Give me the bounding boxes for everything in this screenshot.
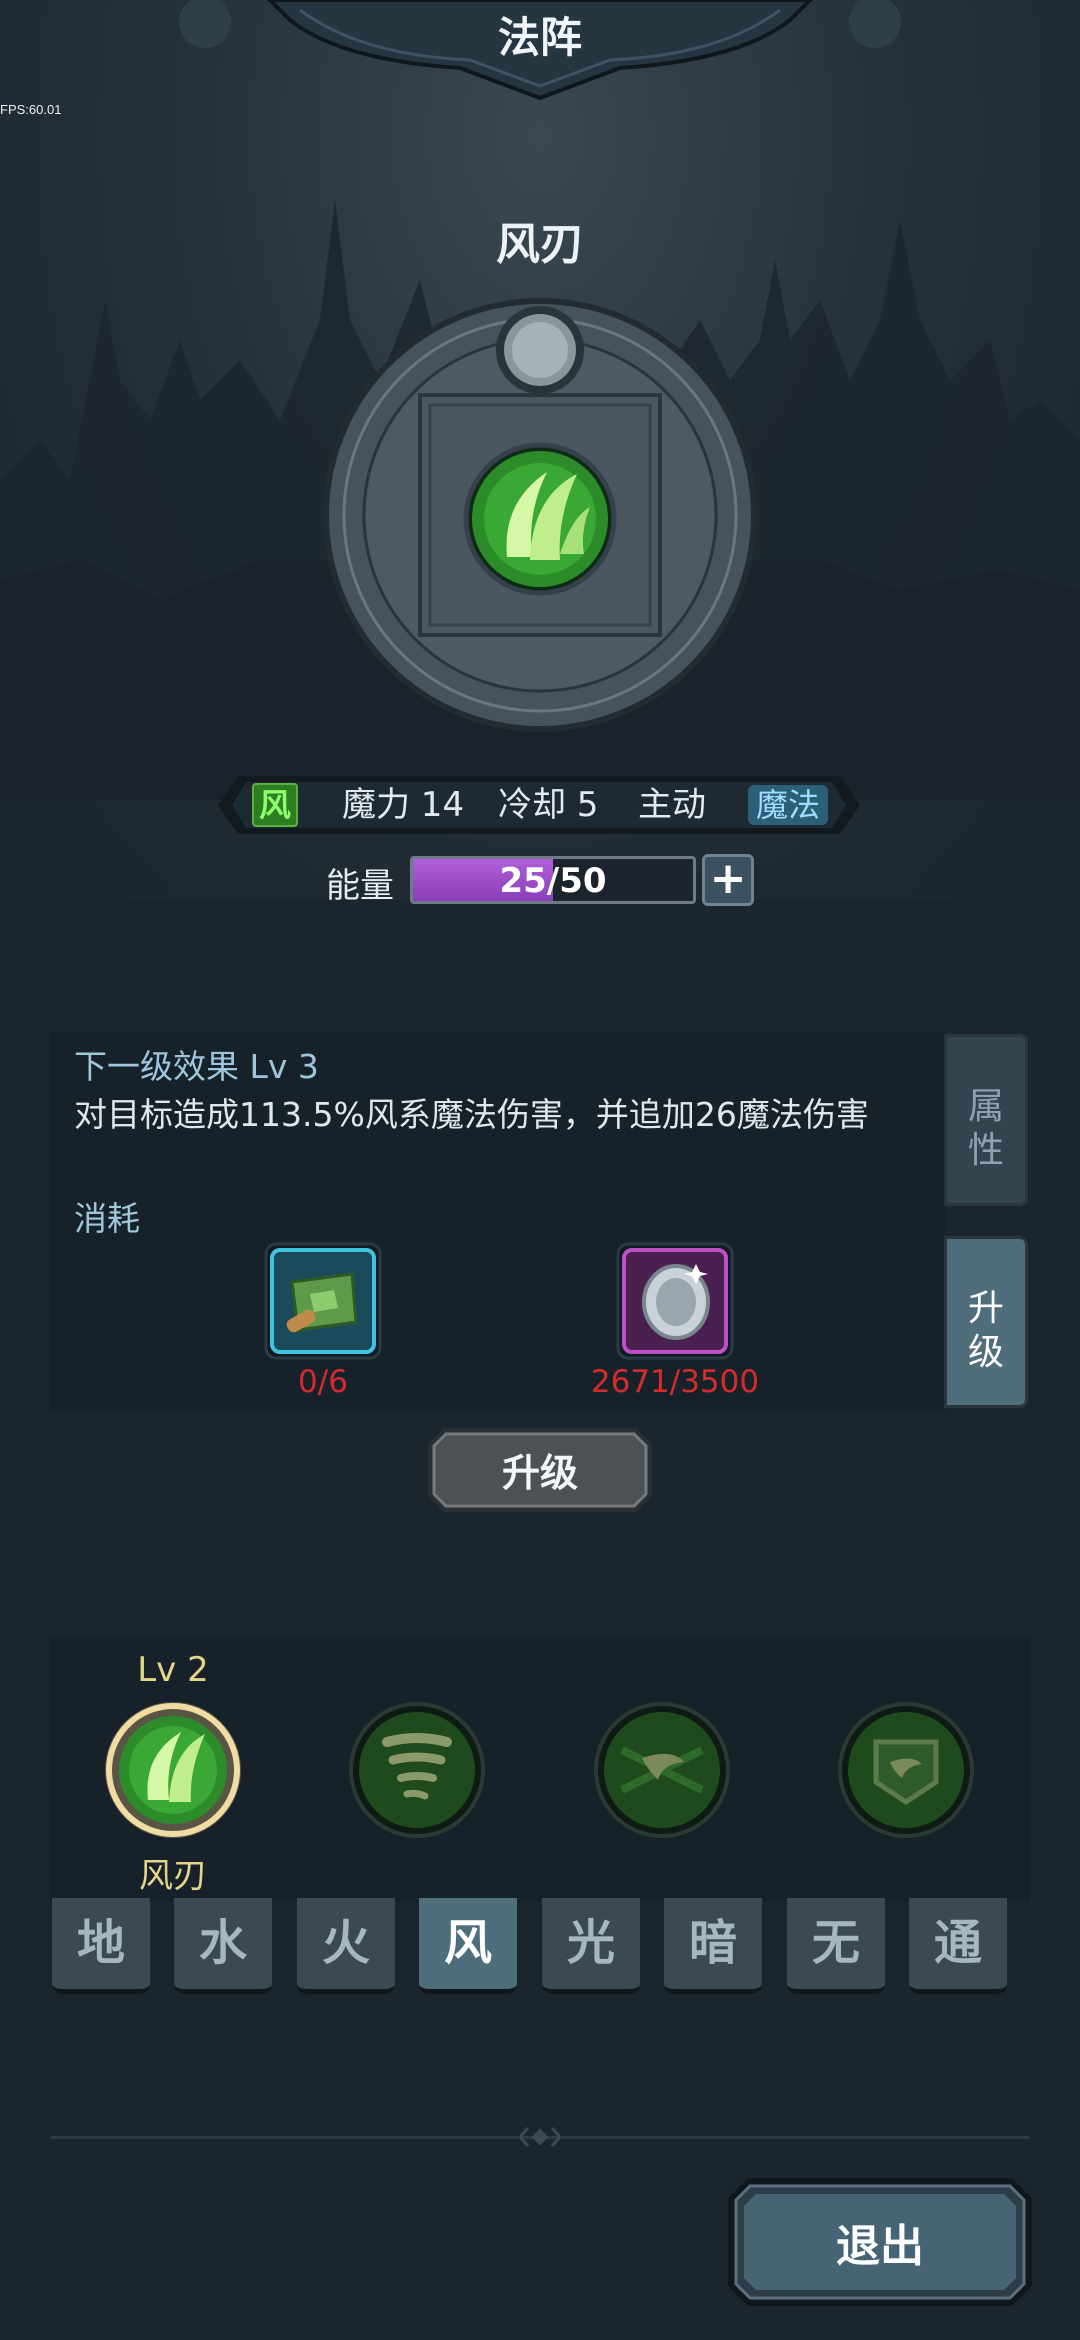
tab-element-wind[interactable]: 风 bbox=[419, 1898, 517, 1994]
header-banner: 法阵 bbox=[0, 0, 1080, 110]
tab-attributes-label: 属性 bbox=[967, 1086, 1004, 1171]
tab-upgrade-label: 升级 bbox=[967, 1288, 1004, 1373]
next-level-description: 对目标造成113.5%风系魔法伤害，并追加26魔法伤害 bbox=[74, 1095, 869, 1134]
next-level-title: 下一级效果 Lv 3 bbox=[74, 1047, 319, 1086]
tab-element-none[interactable]: 无 bbox=[787, 1898, 885, 1994]
wind-blade-icon[interactable] bbox=[103, 1700, 243, 1840]
cost-label: 消耗 bbox=[74, 1199, 140, 1238]
wind-shield-icon[interactable] bbox=[836, 1700, 976, 1840]
exit-button[interactable]: 退出 bbox=[728, 2178, 1032, 2306]
upgrade-button-label: 升级 bbox=[501, 1451, 578, 1495]
skill-name: 风刃 bbox=[496, 219, 584, 270]
add-energy-button[interactable]: + bbox=[702, 854, 754, 906]
upgrade-button[interactable]: 升级 bbox=[428, 1428, 652, 1512]
tab-element-earth[interactable]: 地 bbox=[52, 1898, 150, 1994]
tab-attributes[interactable]: 属性 bbox=[944, 1034, 1028, 1206]
selected-skill-name: 风刃 bbox=[139, 1856, 207, 1896]
type-tag-magic: 魔法 bbox=[748, 785, 828, 825]
mana-cost: 魔力 14 bbox=[342, 785, 465, 825]
energy-value: 25/50 bbox=[499, 861, 607, 901]
cooldown: 冷却 5 bbox=[498, 785, 599, 825]
next-level-panel: 下一级效果 Lv 3 对目标造成113.5%风系魔法伤害，并追加26魔法伤害 消… bbox=[50, 1032, 946, 1412]
tab-element-dark[interactable]: 暗 bbox=[664, 1898, 762, 1994]
cast-mode: 主动 bbox=[638, 785, 706, 825]
coin-cost-count: 2671/3500 bbox=[590, 1364, 760, 1400]
tornado-icon[interactable] bbox=[347, 1700, 487, 1840]
energy-label: 能量 bbox=[326, 866, 394, 906]
tab-element-fire[interactable]: 火 bbox=[297, 1898, 395, 1994]
exit-button-label: 退出 bbox=[836, 2221, 924, 2272]
selected-skill-level: Lv 2 bbox=[137, 1650, 209, 1690]
magic-circle bbox=[322, 292, 758, 738]
tab-element-universal[interactable]: 通 bbox=[909, 1898, 1007, 1994]
page-title: 法阵 bbox=[497, 13, 582, 62]
whirlwind-icon[interactable] bbox=[592, 1700, 732, 1840]
silver-coin-icon[interactable] bbox=[616, 1242, 734, 1360]
skill-info-bar: 风 魔力 14 冷却 5 主动 魔法 bbox=[218, 776, 860, 834]
element-tag-wind: 风 bbox=[252, 783, 298, 827]
energy-bar: 25/50 bbox=[410, 856, 696, 904]
tab-element-light[interactable]: 光 bbox=[542, 1898, 640, 1994]
scroll-map-icon[interactable] bbox=[264, 1242, 382, 1360]
tab-upgrade[interactable]: 升级 bbox=[944, 1236, 1028, 1408]
divider-ornament bbox=[518, 2127, 562, 2147]
scroll-cost-count: 0/6 bbox=[298, 1364, 348, 1400]
tab-element-water[interactable]: 水 bbox=[174, 1898, 272, 1994]
